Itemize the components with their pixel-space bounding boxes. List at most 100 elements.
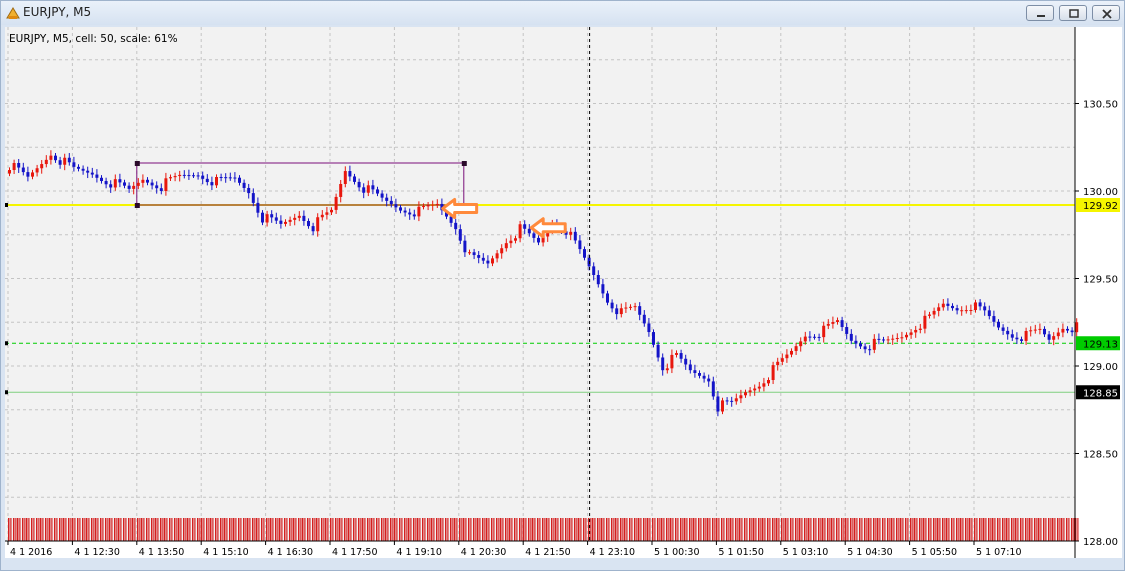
volume-bar xyxy=(132,518,134,541)
volume-bar xyxy=(900,518,902,541)
volume-bar xyxy=(440,518,442,541)
bear-candle xyxy=(256,202,260,213)
volume-bar xyxy=(348,518,350,541)
bull-candle xyxy=(12,163,16,170)
volume-bar xyxy=(744,518,746,541)
volume-bar xyxy=(889,518,891,541)
bear-candle xyxy=(118,179,122,183)
volume-bar xyxy=(1004,518,1006,541)
bear-candle xyxy=(854,340,858,344)
volume-bar xyxy=(774,518,776,541)
volume-bar xyxy=(394,518,396,541)
bear-candle xyxy=(596,275,600,285)
volume-bar xyxy=(640,518,642,541)
bull-candle xyxy=(173,176,177,178)
volume-bar xyxy=(776,518,778,541)
volume-bar xyxy=(442,518,444,541)
bear-candle xyxy=(477,255,481,258)
volume-bar xyxy=(810,518,812,541)
price-chart[interactable]: 130.50 130.00 129.50 129.00 128.50 128.00 4 1… xyxy=(5,27,1122,558)
bull-candle xyxy=(1038,328,1042,330)
bear-candle xyxy=(196,175,200,177)
volume-bar xyxy=(907,518,909,541)
volume-bar xyxy=(583,518,585,541)
volume-bar xyxy=(470,518,472,541)
volume-bar xyxy=(827,518,829,541)
volume-bar xyxy=(631,518,633,541)
volume-bar xyxy=(647,518,649,541)
volume-bar xyxy=(316,518,318,541)
bear-candle xyxy=(385,197,389,201)
bull-candle xyxy=(113,179,117,188)
volume-bar xyxy=(652,518,654,541)
bear-candle xyxy=(21,167,25,173)
volume-bar xyxy=(730,518,732,541)
time-axis-label: 4 1 12:30 xyxy=(74,547,120,558)
volume-bar xyxy=(187,518,189,541)
volume-bar xyxy=(557,518,559,541)
minimize-button[interactable] xyxy=(1026,5,1054,21)
box-handle xyxy=(461,161,467,166)
close-button[interactable] xyxy=(1092,5,1120,21)
window-titlebar[interactable]: EURJPY, M5 xyxy=(1,1,1124,25)
volume-bar xyxy=(51,518,53,541)
bear-candle xyxy=(155,185,159,189)
volume-bar xyxy=(565,518,567,541)
volume-bar xyxy=(68,518,70,541)
volume-bar xyxy=(456,518,458,541)
bull-candle xyxy=(417,206,421,217)
volume-bar xyxy=(509,518,511,541)
volume-bar xyxy=(419,518,421,541)
volume-bar xyxy=(417,518,419,541)
volume-bar xyxy=(178,518,180,541)
volume-bar xyxy=(72,518,74,541)
volume-bar xyxy=(102,518,104,541)
bear-candle xyxy=(399,207,402,211)
minimize-icon xyxy=(1037,15,1045,17)
volume-bar xyxy=(764,518,766,541)
volume-bar xyxy=(399,518,401,541)
volume-bar xyxy=(452,518,454,541)
volume-bar xyxy=(59,518,61,541)
volume-bar xyxy=(845,518,847,541)
volume-bar xyxy=(695,518,697,541)
volume-bar xyxy=(95,518,97,541)
metatrader-app-icon xyxy=(6,7,20,19)
volume-bar xyxy=(636,518,638,541)
bear-candle xyxy=(67,157,71,163)
volume-bar xyxy=(1011,518,1013,541)
bear-candle xyxy=(210,182,214,186)
volume-bar xyxy=(118,518,120,541)
bull-candle xyxy=(872,338,876,350)
bull-candle xyxy=(624,307,628,309)
bear-candle xyxy=(583,249,586,258)
volume-bar xyxy=(431,518,433,541)
bear-candle xyxy=(610,302,614,309)
volume-bar xyxy=(953,518,955,541)
bear-candle xyxy=(261,212,264,223)
candlestick-chart[interactable]: 130.50 130.00 129.50 129.00 128.50 128.00 4 1… xyxy=(5,27,1122,558)
bear-candle xyxy=(1070,330,1074,333)
bull-candle xyxy=(31,172,34,177)
volume-bar xyxy=(1027,518,1029,541)
volume-bar xyxy=(833,518,835,541)
volume-bar xyxy=(769,518,771,541)
bull-candle xyxy=(1052,336,1056,340)
volume-bar xyxy=(146,518,148,541)
volume-bar xyxy=(215,518,217,541)
volume-bar xyxy=(847,518,849,541)
bull-candle xyxy=(776,361,780,366)
volume-bar xyxy=(856,518,858,541)
volume-bar xyxy=(638,518,640,541)
volume-bar xyxy=(666,518,668,541)
bull-candle xyxy=(753,388,757,391)
bear-candle xyxy=(859,343,862,347)
bear-candle xyxy=(1006,330,1010,335)
plot-background xyxy=(5,27,1075,541)
restore-button[interactable] xyxy=(1059,5,1087,21)
bear-candle xyxy=(100,177,103,182)
volume-bar xyxy=(496,518,498,541)
bear-candle xyxy=(58,160,62,165)
volume-bar xyxy=(912,518,914,541)
price-axis-label: 130.50 xyxy=(1083,100,1118,111)
